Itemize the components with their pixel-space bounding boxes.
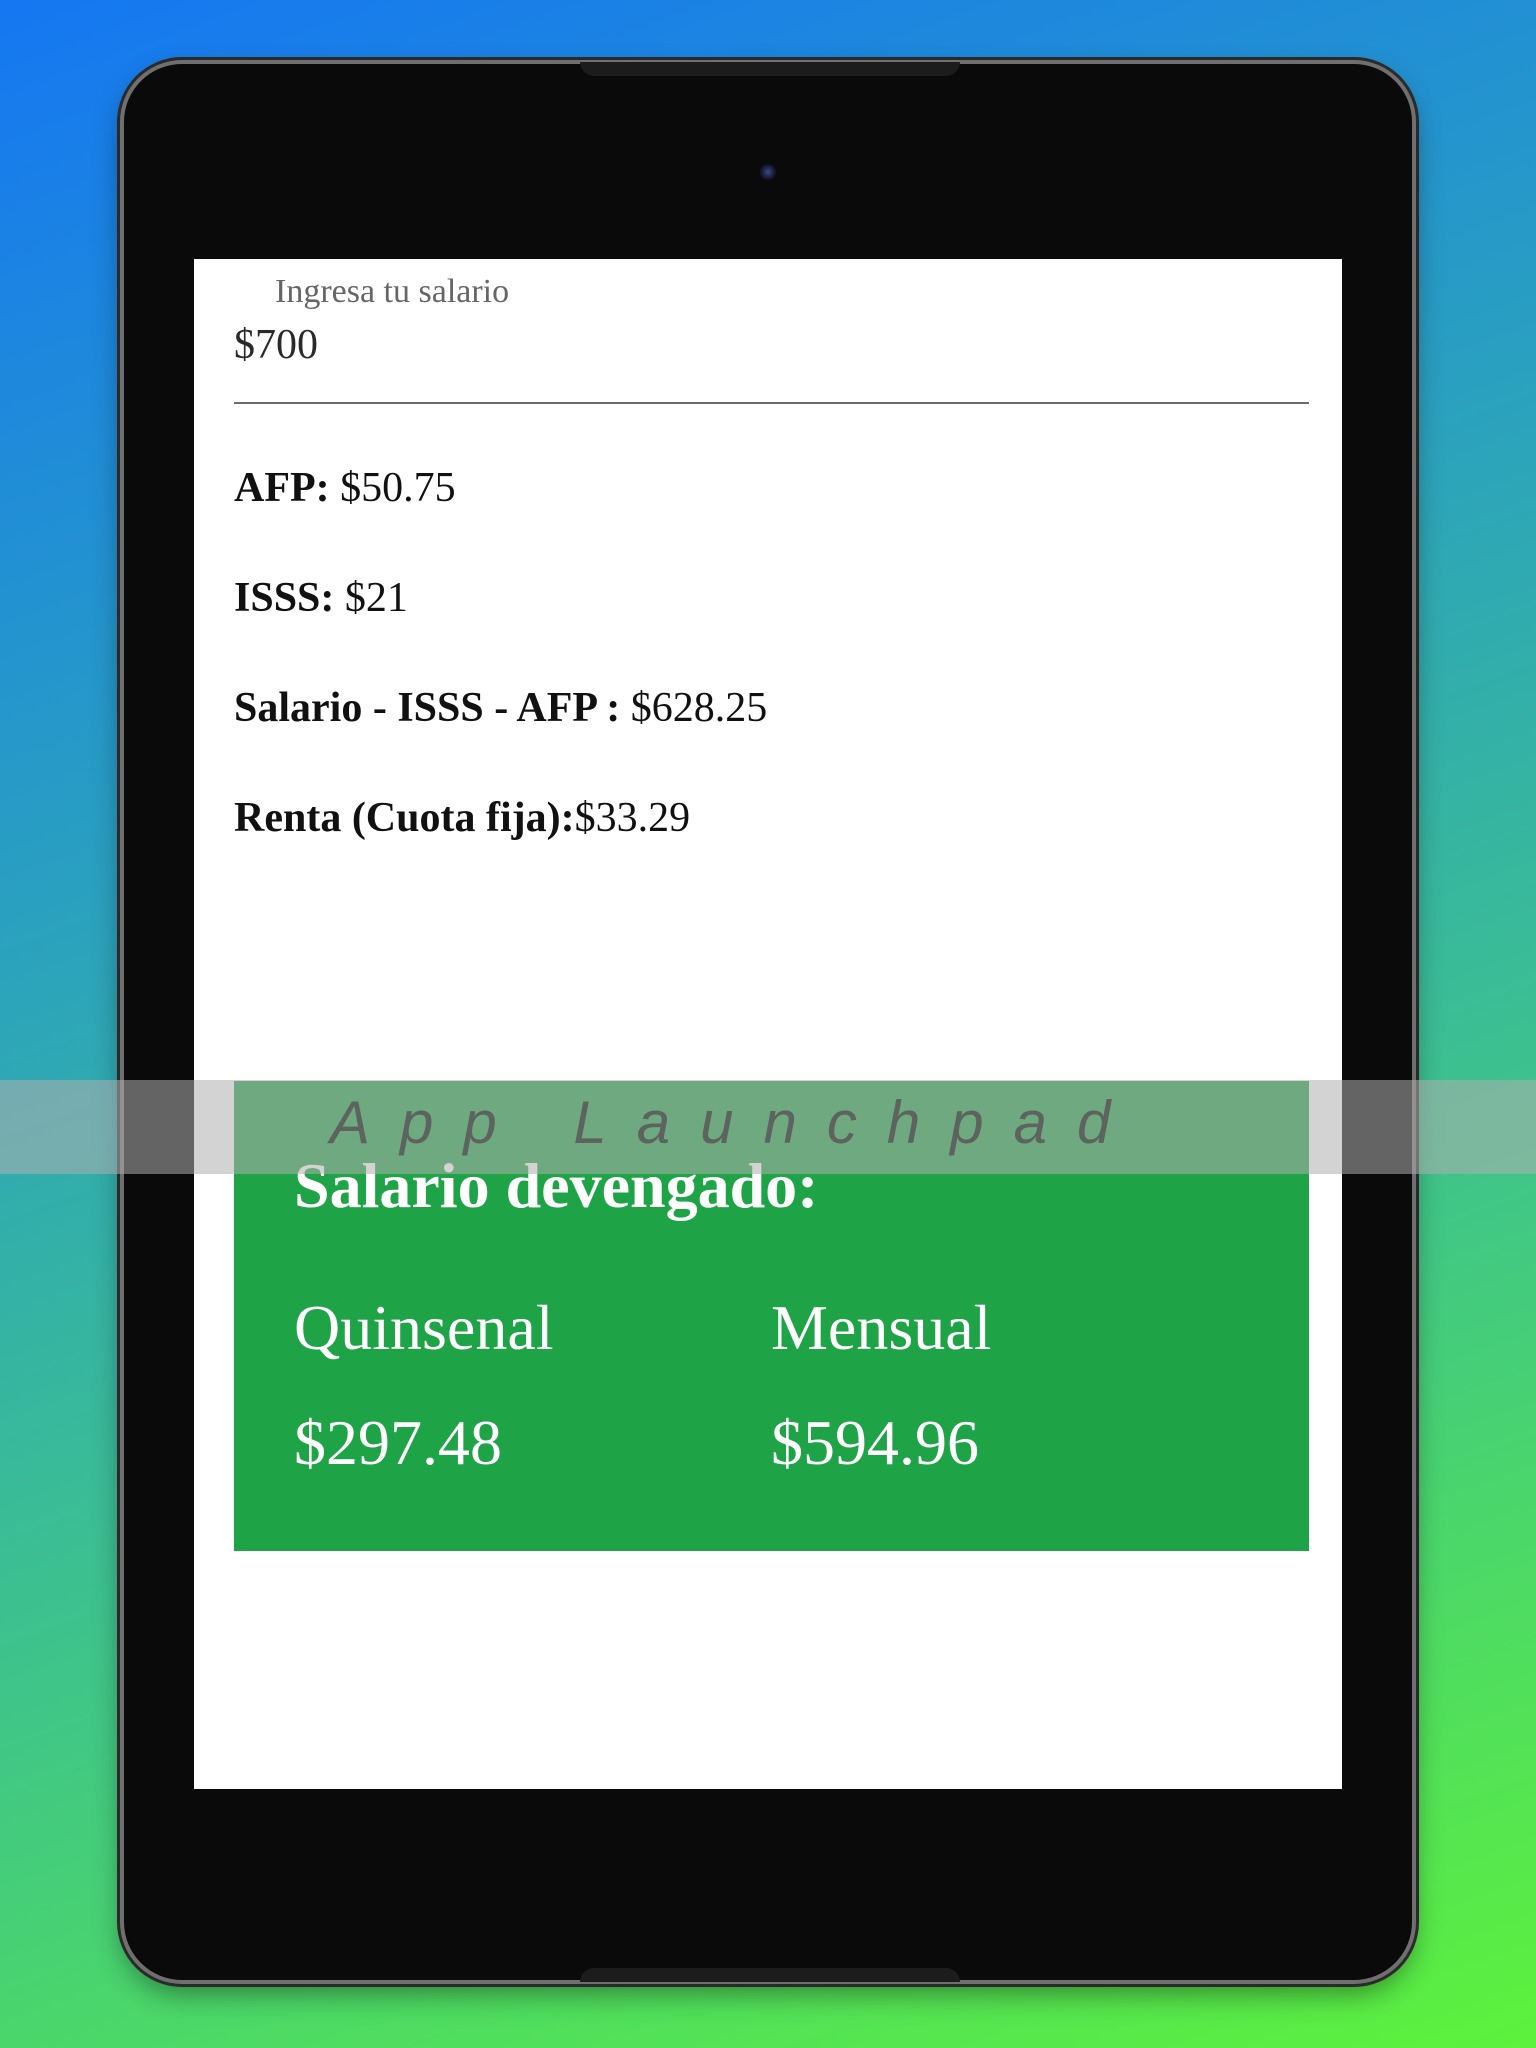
- app-screen: Ingresa tu salario AFP: $50.75 ISSS: $21…: [194, 259, 1342, 1789]
- front-camera-icon: [760, 164, 776, 180]
- afp-value: $50.75: [329, 465, 456, 511]
- net-salary-value: $628.25: [620, 685, 768, 731]
- salary-field[interactable]: Ingresa tu salario: [234, 259, 1309, 404]
- salary-field-label: Ingresa tu salario: [275, 273, 510, 310]
- net-salary-label: Salario - ISSS - AFP :: [234, 685, 621, 731]
- afp-label: AFP:: [234, 465, 330, 511]
- net-salary-result: Salario - ISSS - AFP : $628.25: [234, 684, 767, 732]
- salary-input[interactable]: [234, 321, 834, 369]
- isss-value: $21: [334, 575, 408, 621]
- monthly-label: Mensual: [771, 1292, 992, 1363]
- isss-label: ISSS:: [234, 575, 335, 621]
- isss-result: ISSS: $21: [234, 574, 408, 622]
- biweekly-value: $297.48: [294, 1407, 502, 1478]
- renta-result: Renta (Cuota fija):$33.29: [234, 794, 690, 842]
- monthly-value: $594.96: [771, 1407, 979, 1478]
- afp-result: AFP: $50.75: [234, 464, 456, 512]
- tablet-frame: Ingresa tu salario AFP: $50.75 ISSS: $21…: [124, 62, 1412, 1982]
- biweekly-label: Quinsenal: [294, 1292, 554, 1363]
- tablet-bottom-notch: [580, 1968, 960, 1982]
- watermark-text: App Launchpad: [330, 1089, 1141, 1156]
- renta-label: Renta (Cuota fija):: [234, 795, 575, 841]
- tablet-top-notch: [580, 62, 960, 76]
- renta-value: $33.29: [574, 795, 691, 841]
